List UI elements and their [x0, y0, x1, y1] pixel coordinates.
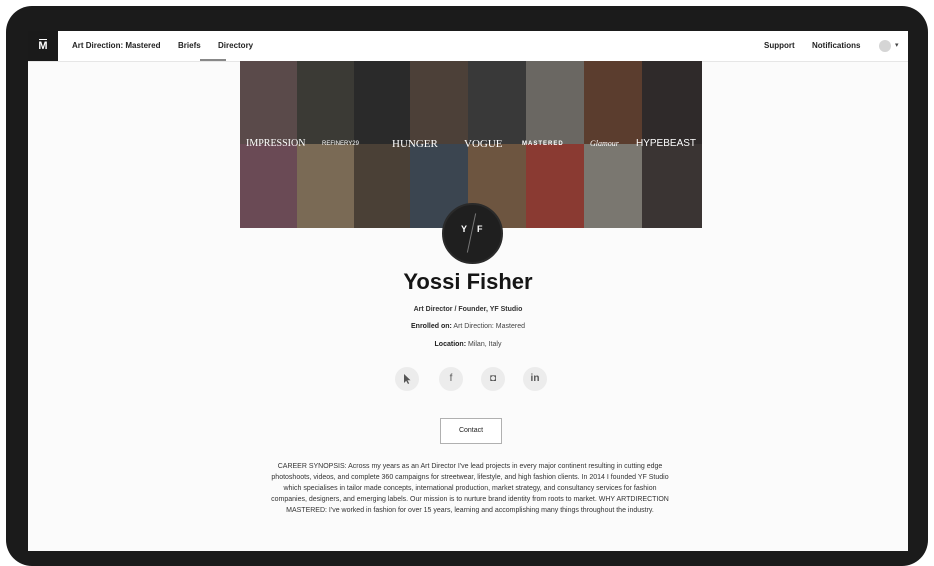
brand-glamour: Glamour: [590, 139, 619, 148]
nav-course[interactable]: Art Direction: Mastered: [72, 31, 160, 61]
profile-role: Art Director / Founder, YF Studio: [413, 306, 523, 313]
profile-location: Location: Milan, Italy: [28, 341, 908, 348]
location-value: Milan, Italy: [467, 341, 502, 348]
location-label: Location:: [434, 341, 467, 348]
profile-initial-left: Y: [461, 224, 468, 234]
facebook-icon: f: [449, 373, 453, 384]
brand-impression: IMPRESSION: [246, 138, 306, 149]
profile-picture: Y F: [442, 203, 503, 264]
contact-button[interactable]: Contact: [440, 418, 502, 444]
linkedin-link[interactable]: in: [523, 367, 547, 391]
enrolled-label: Enrolled on:: [411, 323, 452, 330]
facebook-link[interactable]: f: [439, 367, 463, 391]
cursor-icon: [404, 374, 411, 384]
brand-refinery29: REFINERY29: [322, 141, 359, 147]
mastered-logo[interactable]: M: [28, 31, 58, 61]
brand-mastered: MASTERED: [522, 141, 564, 147]
browser-screen: M Art Direction: Mastered Briefs Directo…: [28, 31, 908, 551]
brand-hunger: HUNGER: [392, 138, 438, 150]
nav-directory[interactable]: Directory: [218, 31, 253, 61]
profile-name: Yossi Fisher: [403, 269, 533, 294]
nav-briefs[interactable]: Briefs: [178, 31, 201, 61]
nav-notifications[interactable]: Notifications: [812, 31, 860, 61]
brand-vogue: VOGUE: [464, 138, 503, 150]
career-synopsis: CAREER SYNOPSIS: Across my years as an A…: [271, 463, 669, 514]
profile-initial-right: F: [477, 224, 483, 234]
user-avatar[interactable]: [879, 40, 891, 52]
linkedin-icon: in: [530, 373, 540, 384]
instagram-icon: ◘: [489, 373, 497, 384]
nav-support[interactable]: Support: [764, 31, 795, 61]
brand-logo-row: IMPRESSION REFINERY29 HUNGER VOGUE MASTE…: [240, 138, 702, 154]
website-link[interactable]: [395, 367, 419, 391]
enrolled-value: Art Direction: Mastered: [453, 323, 525, 330]
brand-hypebeast: HYPEBEAST: [636, 138, 697, 149]
instagram-link[interactable]: ◘: [481, 367, 505, 391]
profile-enrolled: Enrolled on: Art Direction: Mastered: [28, 323, 908, 330]
logo-text: M: [38, 40, 48, 52]
nav-active-indicator: [200, 59, 226, 61]
chevron-down-icon[interactable]: ▾: [895, 31, 899, 61]
top-nav: M Art Direction: Mastered Briefs Directo…: [28, 31, 908, 62]
